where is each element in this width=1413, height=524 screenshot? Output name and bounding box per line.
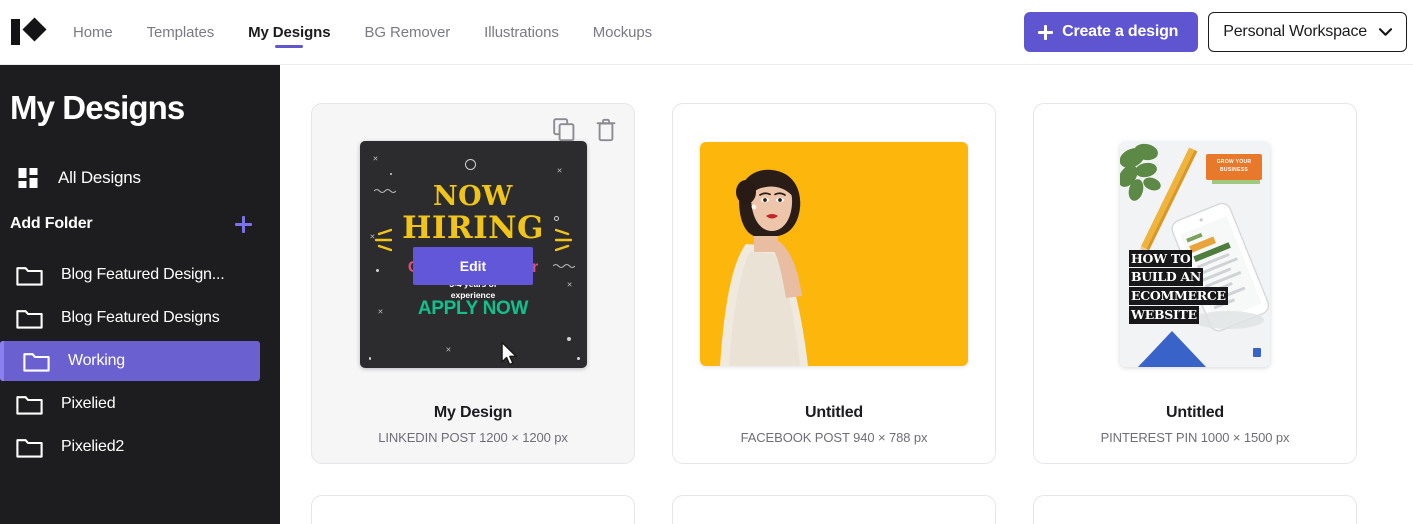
card-thumbnail[interactable] [312,496,634,524]
mouse-cursor [500,341,517,365]
nav-link-mockups[interactable]: Mockups [576,0,669,65]
duplicate-icon[interactable] [553,118,575,142]
model-photo [720,169,808,366]
create-a-design-button[interactable]: Create a design [1024,12,1199,52]
design-card[interactable] [311,495,635,524]
add-folder-plus-icon[interactable] [235,215,252,233]
yellow-portrait-post [700,142,968,366]
design-card[interactable]: ✕ ✕ ✕ ✕ ✕ ✕ NOW HIRING experience APPLY … [311,103,635,464]
sidebar-folder-blog-featured-design[interactable]: Blog Featured Design... [0,255,280,295]
folder-label: Pixelied2 [61,438,125,455]
chevron-down-icon [1379,28,1392,36]
sidebar-folder-pixelied2[interactable]: Pixelied2 [0,427,280,467]
folder-icon [23,352,50,372]
pin-headline-line1: HOW TO [1129,249,1193,268]
pin-triangle-shape [1138,330,1206,367]
circle-icon [464,158,476,170]
pin-badge: GROW YOUR BUSINESS [1206,153,1262,180]
design-card[interactable]: Untitled FACEBOOK POST 940 × 788 px [672,103,996,464]
design-card[interactable]: GROW YOUR BUSINESS HOW TO BUILD AN ECOMM… [1033,103,1357,464]
sidebar: My Designs All Designs Add Folder Blog F… [0,65,280,524]
ecommerce-pin: GROW YOUR BUSINESS HOW TO BUILD AN ECOMM… [1120,141,1270,367]
card-meta: My Design LINKEDIN POST 1200 × 1200 px [312,404,634,463]
logo-mark [11,17,47,45]
folder-label: Blog Featured Design... [61,266,225,283]
grid-icon [18,168,38,188]
card-thumbnail[interactable] [673,496,995,524]
folder-icon [16,266,43,286]
folder-icon [16,309,43,329]
workspace-selector-button[interactable]: Personal Workspace [1208,12,1407,52]
all-designs-label: All Designs [58,168,141,187]
nav-actions: Create a design Personal Workspace [1024,12,1413,52]
create-a-design-label: Create a design [1062,23,1179,40]
plus-icon [1038,24,1054,40]
workspace-label: Personal Workspace [1223,23,1367,40]
card-title: Untitled [1166,404,1224,421]
sidebar-folder-pixelied[interactable]: Pixelied [0,384,280,424]
sidebar-title: My Designs [10,89,185,126]
dot-icon [368,357,371,360]
sidebar-folder-working[interactable]: Working [0,341,260,381]
poster-headline-line1: NOW [432,180,514,212]
design-card[interactable] [672,495,996,524]
nav-link-templates[interactable]: Templates [130,0,231,65]
dot-icon [389,172,392,175]
card-title: My Design [433,404,513,421]
poster-cta: APPLY NOW [417,297,529,319]
poster-headline-line2: HIRING [402,209,544,246]
card-meta: Untitled PINTEREST PIN 1000 × 1500 px [1034,404,1356,463]
pixelied-logo[interactable] [0,0,56,65]
design-card[interactable] [1033,495,1357,524]
pin-badge-line2: BUSINESS [1220,166,1248,173]
add-folder-label: Add Folder [10,215,93,232]
card-subtitle: LINKEDIN POST 1200 × 1200 px [378,430,568,445]
top-navigation-bar: Home Templates My Designs BG Remover Ill… [0,0,1413,65]
pin-badge-tail [1212,179,1260,184]
delete-icon[interactable] [595,118,617,142]
nav-link-bg-remover[interactable]: BG Remover [347,0,467,65]
pin-headline: HOW TO BUILD AN ECOMMERCE WEBSITE [1129,249,1228,325]
nav-link-home[interactable]: Home [56,0,130,65]
nav-links: Home Templates My Designs BG Remover Ill… [56,0,669,65]
card-subtitle: FACEBOOK POST 940 × 788 px [740,430,928,445]
now-hiring-poster: ✕ ✕ ✕ ✕ ✕ ✕ NOW HIRING experience APPLY … [359,140,587,368]
folder-list: Blog Featured Design... Blog Featured De… [0,255,280,467]
pin-corner-mark [1253,347,1261,357]
sidebar-folder-blog-featured-designs[interactable]: Blog Featured Designs [0,298,280,338]
dot-icon [566,336,571,341]
folder-icon [16,438,43,458]
folder-label: Pixelied [61,395,116,412]
nav-link-my-designs[interactable]: My Designs [231,0,347,65]
designs-grid-area: ✕ ✕ ✕ ✕ ✕ ✕ NOW HIRING experience APPLY … [280,65,1413,524]
folder-label: Working [68,352,125,369]
dot-icon [577,357,580,360]
card-hover-actions [553,118,617,142]
pin-headline-line3: ECOMMERCE [1129,287,1228,305]
pin-badge-line1: GROW YOUR [1216,159,1252,165]
card-thumbnail[interactable] [673,104,995,404]
sparkle-icon: ✕ [556,167,563,175]
sparkle-icon: ✕ [445,346,452,354]
folder-icon [16,395,43,415]
sparkle-icon: ✕ [372,155,379,163]
card-meta: Untitled FACEBOOK POST 940 × 788 px [673,404,995,463]
nav-link-illustrations[interactable]: Illustrations [467,0,576,65]
sidebar-item-all-designs[interactable]: All Designs [0,165,280,191]
pin-headline-line2: BUILD AN [1129,268,1204,286]
card-thumbnail[interactable]: ✕ ✕ ✕ ✕ ✕ ✕ NOW HIRING experience APPLY … [312,104,634,404]
add-folder-row[interactable]: Add Folder [0,215,280,233]
edit-button[interactable]: Edit [413,246,533,285]
pixelied-app: Home Templates My Designs BG Remover Ill… [0,0,1413,524]
pin-headline-line4: WEBSITE [1129,305,1199,324]
card-subtitle: PINTEREST PIN 1000 × 1500 px [1100,430,1290,445]
card-thumbnail[interactable]: GROW YOUR BUSINESS HOW TO BUILD AN ECOMM… [1034,104,1356,404]
folder-label: Blog Featured Designs [61,309,220,326]
card-title: Untitled [805,404,863,421]
card-thumbnail[interactable] [1034,496,1356,524]
designs-grid: ✕ ✕ ✕ ✕ ✕ ✕ NOW HIRING experience APPLY … [280,65,1413,524]
